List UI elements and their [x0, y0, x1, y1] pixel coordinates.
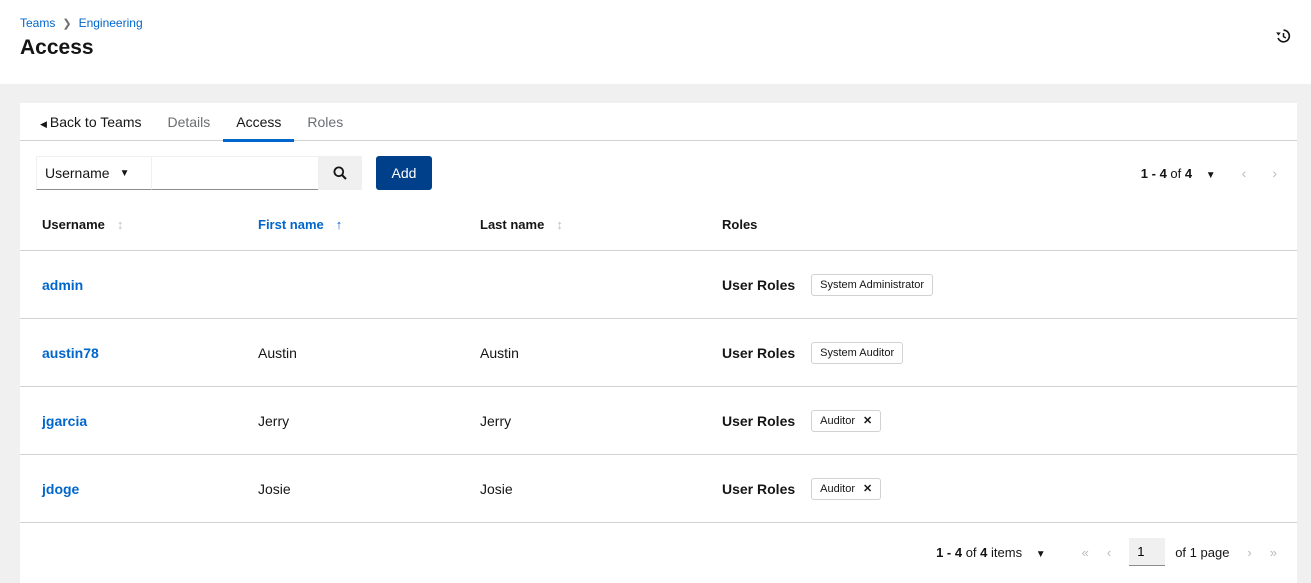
first-name-cell: Austin [258, 345, 297, 361]
first-name-cell: Josie [258, 481, 291, 497]
sort-ascending-icon: ↑ [335, 217, 343, 232]
last-name-cell: Josie [480, 481, 513, 497]
next-page-icon[interactable]: › [1272, 165, 1277, 181]
bottom-pagination-toggle[interactable]: 1 - 4 of 4 items ▼ [936, 545, 1046, 560]
role-group-label: User Roles [722, 413, 796, 429]
tab-access[interactable]: Access [223, 103, 295, 142]
breadcrumb-separator-icon: ❯ [62, 17, 72, 30]
close-icon[interactable]: ✕ [863, 455, 872, 523]
close-icon[interactable]: ✕ [863, 387, 872, 455]
filter-field-select[interactable]: Username ▼ [36, 156, 152, 190]
role-group-label: User Roles [722, 345, 796, 361]
roles-cell: User Roles Auditor ✕ [722, 387, 882, 455]
bottom-pagination-range: 1 - 4 [936, 544, 963, 560]
first-page-icon[interactable]: « [1082, 545, 1089, 560]
last-name-cell: Jerry [480, 413, 512, 429]
search-button[interactable] [318, 156, 362, 190]
caret-down-icon: ▼ [1205, 169, 1216, 181]
table-row: jdoge Josie Josie User Roles Auditor ✕ [20, 455, 1297, 523]
table-row: austin78 Austin Austin User Roles System… [20, 319, 1297, 387]
role-chip: Auditor ✕ [811, 478, 882, 500]
bottom-pagination: 1 - 4 of 4 items ▼ « ‹ of 1 page › » [936, 535, 1277, 569]
access-table: Username ↕ First name ↑ Last name ↕ Roles a… [20, 199, 1297, 523]
next-page-icon[interactable]: › [1247, 545, 1251, 560]
breadcrumb-engineering[interactable]: Engineering [79, 16, 143, 30]
caret-down-icon: ▼ [119, 167, 130, 179]
page-title: Access [20, 36, 94, 59]
bottom-pagination-total: 4 [980, 544, 988, 560]
page-count-label: of 1 page [1175, 544, 1230, 560]
tab-bar: ◀ Back to Teams Details Access Roles [20, 103, 1297, 142]
roles-cell: User Roles System Administrator [722, 251, 934, 319]
bottom-pagination-of: of [965, 544, 977, 560]
top-pagination-toggle[interactable]: 1 - 4 of 4 ▼ [1141, 166, 1216, 181]
sort-icon: ↕ [556, 217, 563, 232]
page-header: Teams ❯ Engineering Access [0, 0, 1311, 84]
role-chip: System Auditor [811, 342, 904, 364]
column-username[interactable]: Username ↕ [42, 199, 123, 251]
sort-icon: ↕ [116, 217, 124, 232]
breadcrumb: Teams ❯ Engineering [20, 16, 143, 30]
access-card: ◀ Back to Teams Details Access Roles User… [20, 103, 1297, 583]
search-input[interactable] [151, 156, 319, 190]
last-page-icon[interactable]: » [1270, 545, 1277, 560]
role-chip-label: Auditor [820, 483, 856, 495]
username-link[interactable]: jdoge [42, 455, 79, 523]
tab-roles[interactable]: Roles [294, 103, 356, 141]
roles-cell: User Roles System Auditor [722, 319, 904, 387]
prev-page-icon[interactable]: ‹ [1242, 165, 1247, 181]
username-link[interactable]: admin [42, 251, 83, 319]
table-header: Username ↕ First name ↑ Last name ↕ Roles [20, 199, 1297, 251]
tab-back-to-teams[interactable]: ◀ Back to Teams [40, 103, 154, 141]
history-icon[interactable] [1275, 28, 1291, 44]
bottom-pagination-items: items [991, 544, 1023, 560]
tab-back-label: Back to Teams [49, 114, 142, 130]
top-pagination: 1 - 4 of 4 ▼ ‹ › [1141, 156, 1277, 190]
table-row: jgarcia Jerry Jerry User Roles Auditor ✕ [20, 387, 1297, 455]
top-pagination-total: 4 [1184, 165, 1193, 181]
column-first-name-label: First name [258, 217, 324, 232]
role-chip-label: System Administrator [820, 279, 925, 291]
role-group-label: User Roles [722, 481, 796, 497]
column-username-label: Username [42, 217, 105, 232]
username-link[interactable]: jgarcia [42, 387, 87, 455]
search-icon [333, 166, 347, 180]
column-last-name[interactable]: Last name ↕ [480, 199, 563, 251]
username-link[interactable]: austin78 [42, 319, 99, 387]
role-chip: System Administrator [811, 274, 934, 296]
table-row: admin User Roles System Administrator [20, 251, 1297, 319]
tab-details[interactable]: Details [154, 103, 223, 141]
column-first-name[interactable]: First name ↑ [258, 199, 342, 251]
top-pagination-of: of [1170, 165, 1182, 181]
first-name-cell: Jerry [258, 413, 290, 429]
breadcrumb-teams[interactable]: Teams [20, 16, 55, 30]
add-button[interactable]: Add [376, 156, 432, 190]
roles-cell: User Roles Auditor ✕ [722, 455, 882, 523]
toolbar: Username ▼ Add 1 - 4 of 4 ▼ ‹ › [20, 141, 1297, 199]
role-chip: Auditor ✕ [811, 410, 882, 432]
last-name-cell: Austin [480, 345, 519, 361]
page-number-input[interactable] [1129, 538, 1166, 566]
role-group-label: User Roles [722, 277, 796, 293]
role-chip-label: System Auditor [820, 347, 895, 359]
column-last-name-label: Last name [480, 217, 545, 232]
top-pagination-range: 1 - 4 [1140, 165, 1167, 181]
role-chip-label: Auditor [820, 415, 856, 427]
prev-page-icon[interactable]: ‹ [1107, 545, 1111, 560]
filter-field-label: Username [45, 165, 110, 181]
caret-down-icon: ▼ [1035, 548, 1046, 560]
caret-left-icon: ◀ [40, 119, 47, 129]
column-roles: Roles [722, 217, 758, 232]
